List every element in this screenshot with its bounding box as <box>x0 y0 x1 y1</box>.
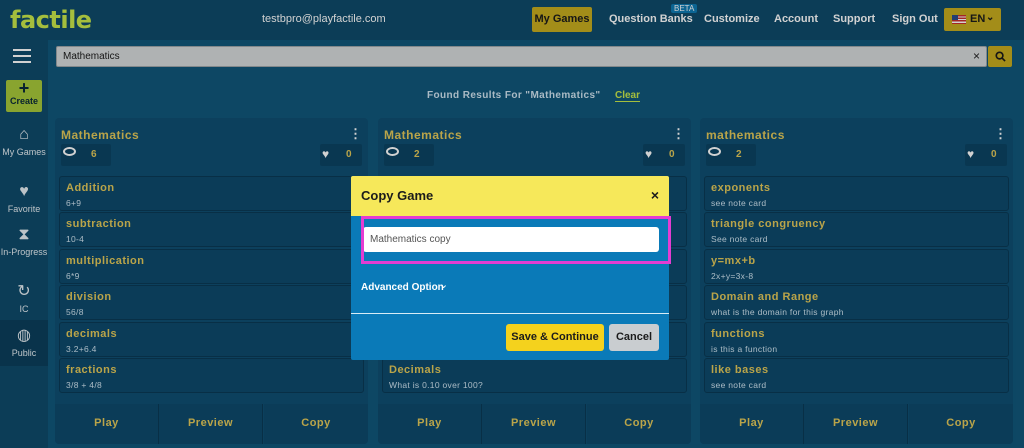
modal-divider <box>351 313 669 314</box>
advanced-option-toggle[interactable]: Advanced Option <box>361 282 444 293</box>
modal-header: Copy Game × <box>351 176 669 216</box>
modal-title: Copy Game <box>361 188 434 203</box>
input-highlight-box <box>361 216 671 264</box>
close-icon[interactable]: × <box>651 187 659 203</box>
save-continue-button[interactable]: Save & Continue <box>506 324 604 351</box>
copy-game-modal: Copy Game × Advanced Option ⌄ Save & Con… <box>351 176 669 360</box>
chevron-down-icon[interactable]: ⌄ <box>439 278 448 291</box>
cancel-button[interactable]: Cancel <box>609 324 659 351</box>
